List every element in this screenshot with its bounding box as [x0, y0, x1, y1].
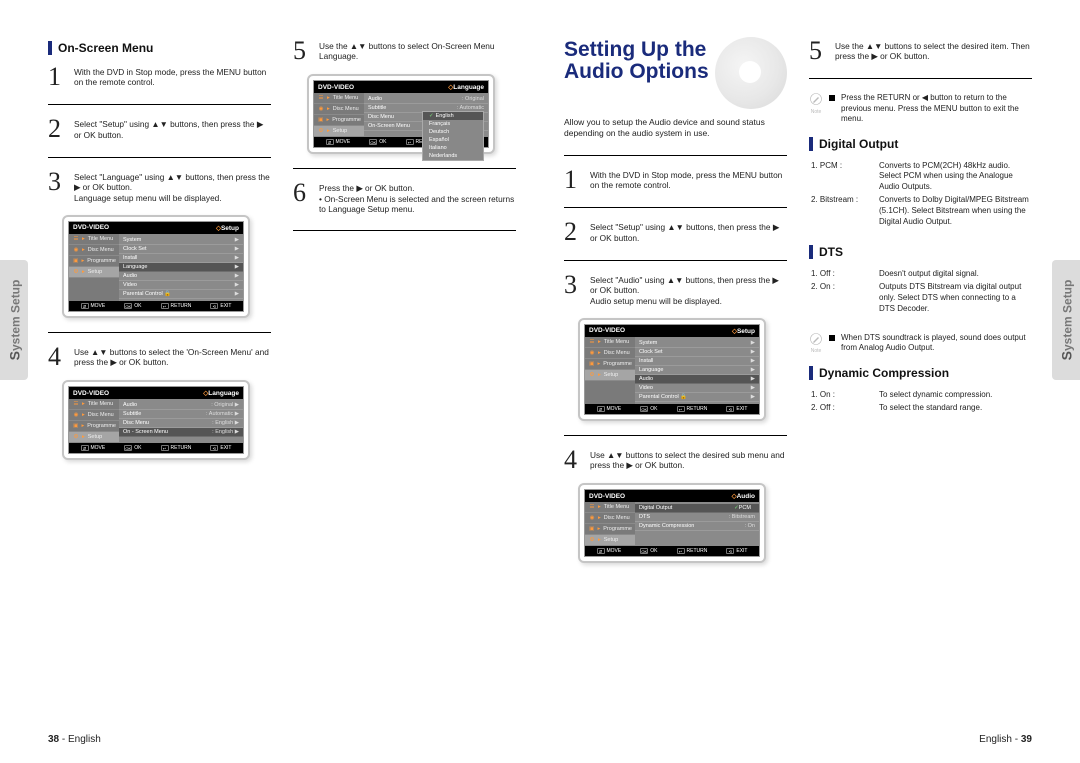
step-body: Select "Setup" using ▲▼ buttons, then pr… — [590, 220, 787, 243]
step-body: With the DVD in Stop mode, press the MEN… — [74, 65, 271, 88]
separator — [564, 155, 787, 156]
step-body: Use the ▲▼ buttons to select On-Screen M… — [319, 39, 516, 62]
step-r4: 4Use ▲▼ buttons to select the desired su… — [564, 448, 787, 471]
separator — [48, 332, 271, 333]
step-body: Use ▲▼ buttons to select the desired sub… — [590, 448, 787, 471]
defs-dts: 1. Off :Doesn't output digital signal.2.… — [811, 269, 1032, 316]
heading-dyn: Dynamic Compression — [809, 366, 1032, 380]
heading-text: Digital Output — [819, 137, 898, 151]
page-39: System Setup Setting Up the Audio Option… — [540, 0, 1080, 763]
step-4: 4Use ▲▼ buttons to select the 'On-Screen… — [48, 345, 271, 368]
col-r1: Setting Up the Audio Options Allow you t… — [564, 35, 787, 695]
footer-left: 38 - English — [48, 734, 492, 745]
step-r2: 2Select "Setup" using ▲▼ buttons, then p… — [564, 220, 787, 243]
side-tab-label: ystem Setup — [8, 280, 22, 351]
step-1: 1With the DVD in Stop mode, press the ME… — [48, 65, 271, 88]
separator — [564, 260, 787, 261]
osd-audio-setup: DVD-VIDEO◇Setup☰▸Title Menu◉▸Disc Menu▣▸… — [578, 318, 766, 421]
page-num: 39 — [1021, 734, 1032, 745]
heading-text: Dynamic Compression — [819, 366, 949, 380]
page-38: System Setup On-Screen Menu 1With the DV… — [0, 0, 540, 763]
intro-text: Allow you to setup the Audio device and … — [564, 117, 787, 139]
footer-right: English - 39 — [588, 734, 1032, 745]
heading-bar-icon — [809, 366, 813, 380]
step-2: 2Select "Setup" using ▲▼ buttons, then p… — [48, 117, 271, 140]
osd-audio-sub: DVD-VIDEO◇Audio☰▸Title Menu◉▸Disc Menu▣▸… — [578, 483, 766, 563]
page-num: 38 — [48, 734, 59, 745]
heading-onscreen: On-Screen Menu — [48, 41, 271, 55]
side-tab-label: ystem Setup — [1060, 280, 1074, 351]
defs-digital: 1. PCM :Converts to PCM(2CH) 48kHz audio… — [811, 161, 1032, 230]
heading-bar-icon — [809, 245, 813, 259]
separator — [564, 435, 787, 436]
step-body: Use ▲▼ buttons to select the 'On-Screen … — [74, 345, 271, 368]
pencil-icon: Note — [809, 333, 823, 355]
heading-bar-icon — [48, 41, 52, 55]
big-title-area: Setting Up the Audio Options — [564, 35, 787, 113]
page-lang: English — [979, 734, 1012, 745]
col-l2: 5Use the ▲▼ buttons to select On-Screen … — [293, 35, 516, 695]
pencil-icon: Note — [809, 93, 823, 115]
note-return: Note Press the RETURN or ◀ button to ret… — [809, 93, 1032, 124]
separator — [293, 168, 516, 169]
osd-language-drop: DVD-VIDEO◇Language☰▸Title Menu◉▸Disc Men… — [307, 74, 495, 154]
side-tab-right: System Setup — [1052, 260, 1080, 380]
step-r5: 5Use the ▲▼ buttons to select the desire… — [809, 39, 1032, 62]
step-5: 5Use the ▲▼ buttons to select On-Screen … — [293, 39, 516, 62]
step-body: Select "Audio" using ▲▼ buttons, then pr… — [590, 273, 787, 306]
side-tab-left: System Setup — [0, 260, 28, 380]
osd-language: DVD-VIDEO◇Language☰▸Title Menu◉▸Disc Men… — [62, 380, 250, 460]
heading-text: DTS — [819, 245, 843, 259]
step-6: 6Press the ▶ or OK button. • On-Screen M… — [293, 181, 516, 214]
col-r2: 5Use the ▲▼ buttons to select the desire… — [809, 35, 1032, 695]
note-text: When DTS soundtrack is played, sound doe… — [841, 333, 1032, 354]
step-3: 3Select "Language" using ▲▼ buttons, the… — [48, 170, 271, 203]
step-r3: 3Select "Audio" using ▲▼ buttons, then p… — [564, 273, 787, 306]
heading-bar-icon — [809, 137, 813, 151]
big-title: Setting Up the Audio Options — [564, 39, 765, 83]
heading-digital: Digital Output — [809, 137, 1032, 151]
note-text: Press the RETURN or ◀ button to return t… — [841, 93, 1032, 124]
heading-text: On-Screen Menu — [58, 41, 153, 55]
square-icon — [829, 335, 835, 341]
step-body: Select "Setup" using ▲▼ buttons, then pr… — [74, 117, 271, 140]
step-body: With the DVD in Stop mode, press the MEN… — [590, 168, 787, 191]
separator — [293, 230, 516, 231]
separator — [48, 157, 271, 158]
page-lang: English — [68, 734, 101, 745]
step-body: Select "Language" using ▲▼ buttons, then… — [74, 170, 271, 203]
step-r1: 1With the DVD in Stop mode, press the ME… — [564, 168, 787, 191]
separator — [564, 207, 787, 208]
step-body: Press the ▶ or OK button. • On-Screen Me… — [319, 181, 516, 214]
osd-setup: DVD-VIDEO◇Setup☰▸Title Menu◉▸Disc Menu▣▸… — [62, 215, 250, 318]
square-icon — [829, 95, 835, 101]
col-l1: On-Screen Menu 1With the DVD in Stop mod… — [48, 35, 271, 695]
defs-dyn: 1. On :To select dynamic compression.2. … — [811, 390, 1032, 416]
note-dts: Note When DTS soundtrack is played, soun… — [809, 333, 1032, 355]
heading-dts: DTS — [809, 245, 1032, 259]
step-body: Use the ▲▼ buttons to select the desired… — [835, 39, 1032, 62]
separator — [48, 104, 271, 105]
separator — [809, 78, 1032, 79]
